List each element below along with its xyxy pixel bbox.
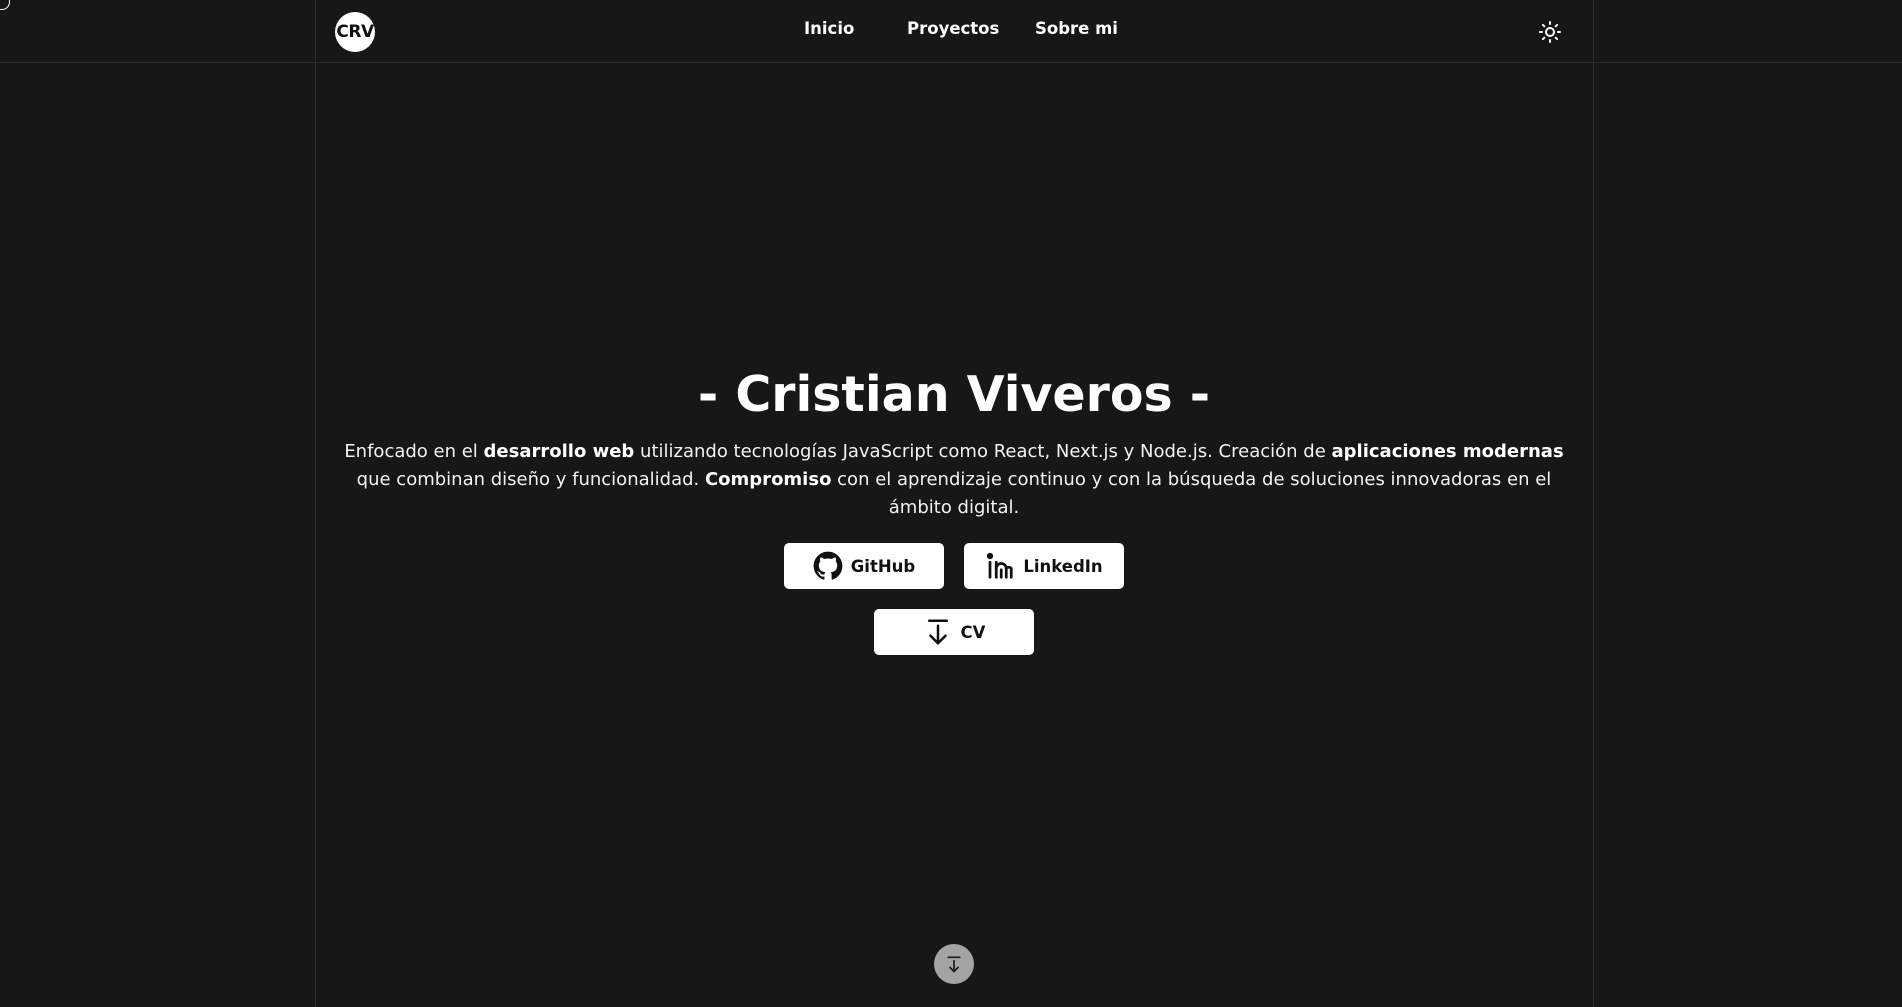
cv-download-button[interactable]: CV <box>874 609 1034 655</box>
linkedin-icon <box>987 552 1013 579</box>
github-icon <box>813 551 843 580</box>
desc-bold-desarrollo-web: desarrollo web <box>483 441 635 462</box>
linkedin-button-label: LinkedIn <box>1023 556 1103 576</box>
theme-toggle-button[interactable] <box>1538 20 1562 44</box>
logo-text: CRV <box>336 22 374 42</box>
page: CRV Inicio Proyectos Sobre mi - Cristian… <box>0 0 1902 1007</box>
github-button-label: GitHub <box>850 556 916 576</box>
cv-button-label: CV <box>960 622 986 642</box>
download-icon <box>927 619 948 645</box>
scroll-down-button[interactable] <box>934 944 974 984</box>
desc-text-2: utilizando tecnologías JavaScript como R… <box>634 441 1332 462</box>
cursor-indicator-icon <box>0 0 10 10</box>
nav-link-inicio[interactable]: Inicio <box>804 19 854 38</box>
desc-text-4: con el aprendizaje continuo y con la bús… <box>831 469 1552 518</box>
desc-bold-compromiso: Compromiso <box>704 469 832 490</box>
left-frame-divider <box>315 0 316 1007</box>
sun-icon <box>1539 21 1561 43</box>
github-button[interactable]: GitHub <box>784 543 944 589</box>
hero-title: - Cristian Viveros - <box>697 366 1211 423</box>
top-navbar: CRV Inicio Proyectos Sobre mi <box>0 0 1902 63</box>
hero-description: Enfocado en el desarrollo web utilizando… <box>335 438 1573 522</box>
nav-link-sobre-mi[interactable]: Sobre mi <box>1035 19 1118 38</box>
logo-button[interactable]: CRV <box>335 12 375 52</box>
desc-bold-aplicaciones-modernas: aplicaciones modernas <box>1331 441 1564 462</box>
linkedin-button[interactable]: LinkedIn <box>964 543 1124 589</box>
desc-text-3: que combinan diseño y funcionalidad. <box>356 469 705 490</box>
right-frame-divider <box>1593 0 1594 1007</box>
arrow-down-to-line-icon <box>947 956 961 973</box>
nav-link-proyectos[interactable]: Proyectos <box>907 19 999 38</box>
desc-text-1: Enfocado en el <box>344 441 484 462</box>
